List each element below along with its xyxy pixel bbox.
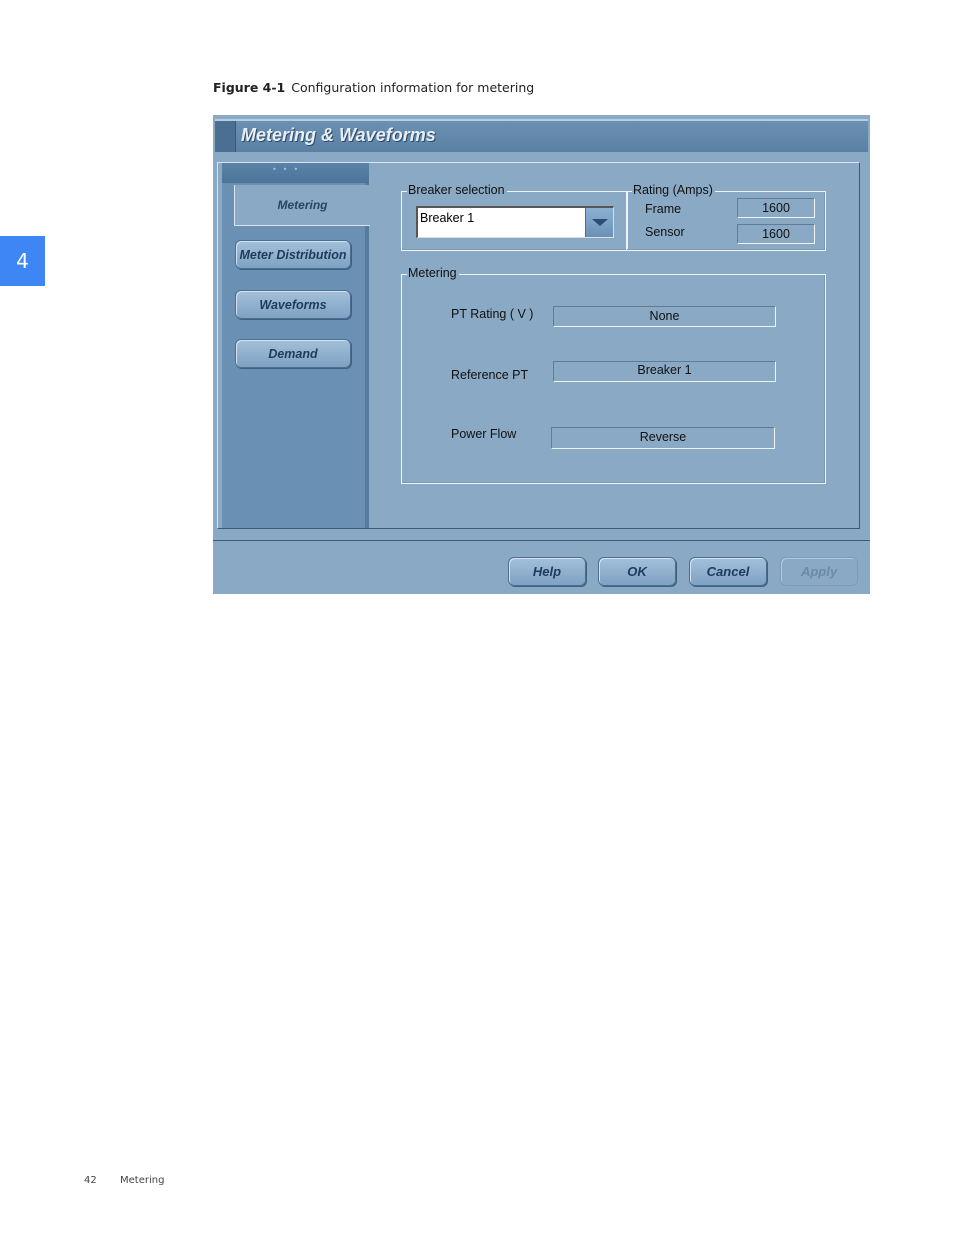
footer-divider	[213, 540, 870, 541]
figure-caption: Figure 4-1 Configuration information for …	[213, 80, 534, 95]
metering-waveforms-dialog: Metering & Waveforms ••• Metering Meter …	[213, 115, 870, 594]
page-number: 42	[84, 1175, 97, 1186]
help-button[interactable]: Help	[508, 557, 586, 586]
metering-group: Metering PT Rating ( V ) None Reference …	[401, 266, 826, 484]
rating-group: Rating (Amps) Frame 1600 Sensor 1600	[626, 183, 826, 251]
frame-value: 1600	[737, 198, 815, 218]
figure-caption-text: Configuration information for metering	[291, 80, 535, 95]
title-accent	[215, 121, 236, 152]
footer-section: Metering	[120, 1175, 165, 1186]
sidebar-header: •••	[222, 163, 369, 183]
ok-button[interactable]: OK	[598, 557, 676, 586]
power-flow-value[interactable]: Reverse	[551, 427, 775, 449]
figure-label: Figure 4-1	[213, 80, 286, 95]
dialog-title: Metering & Waveforms	[241, 125, 436, 145]
breaker-select[interactable]: Breaker 1	[416, 206, 614, 238]
reference-pt-label: Reference PT	[451, 368, 529, 382]
sensor-value: 1600	[737, 224, 815, 244]
pt-rating-value[interactable]: None	[553, 306, 776, 327]
title-bar: Metering & Waveforms	[215, 119, 868, 152]
chapter-tab: 4	[0, 236, 45, 286]
reference-pt-value[interactable]: Breaker 1	[553, 361, 776, 382]
breaker-select-value: Breaker 1	[420, 211, 475, 225]
cancel-button[interactable]: Cancel	[689, 557, 767, 586]
demand-button[interactable]: Demand	[235, 339, 351, 368]
breaker-selection-label: Breaker selection	[407, 183, 507, 197]
main-panel: ••• Metering Meter Distribution Waveform…	[217, 162, 860, 529]
waveforms-button[interactable]: Waveforms	[235, 290, 351, 319]
apply-button[interactable]: Apply	[780, 557, 858, 586]
rating-label: Rating (Amps)	[632, 183, 715, 197]
power-flow-label: Power Flow	[451, 427, 517, 441]
sensor-label: Sensor	[645, 225, 685, 239]
grip-dots-icon: •••	[272, 165, 305, 174]
sidebar: ••• Metering Meter Distribution Waveform…	[222, 163, 370, 528]
metering-group-label: Metering	[407, 266, 459, 280]
chevron-down-icon	[591, 219, 608, 226]
breaker-selection-group: Breaker selection Breaker 1	[401, 183, 628, 251]
meter-distribution-button[interactable]: Meter Distribution	[235, 240, 351, 269]
pt-rating-label: PT Rating ( V )	[451, 307, 534, 321]
page-footer: 42 Metering	[84, 1175, 164, 1186]
frame-label: Frame	[645, 202, 682, 216]
tab-metering[interactable]: Metering	[234, 185, 370, 226]
dropdown-arrow-button[interactable]	[585, 208, 613, 237]
